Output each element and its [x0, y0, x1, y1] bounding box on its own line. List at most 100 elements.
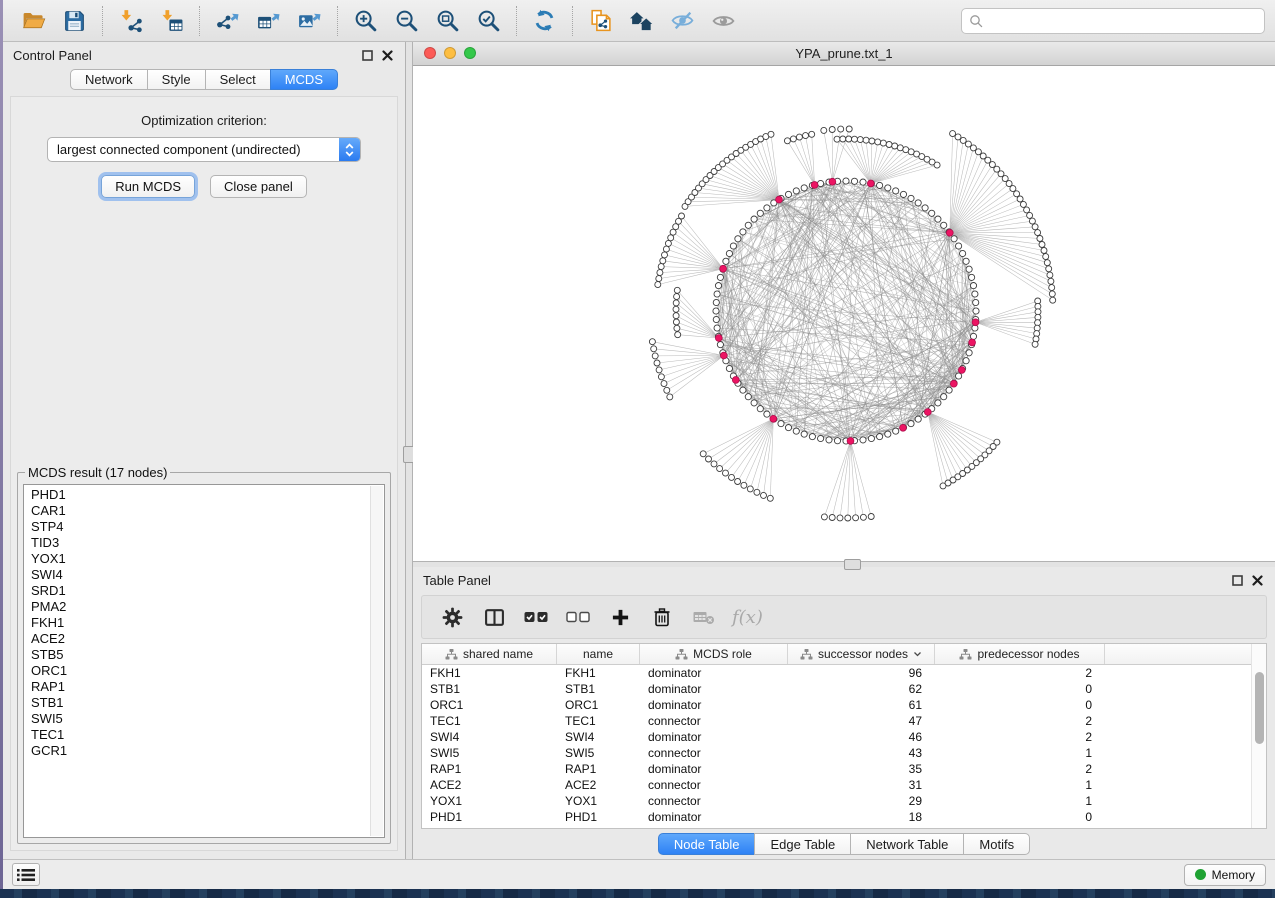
table-row[interactable]: STB1STB1dominator620	[422, 681, 1266, 697]
table-cell[interactable]: dominator	[640, 761, 788, 777]
table-cell[interactable]: 96	[788, 665, 935, 681]
table-row[interactable]: ACE2ACE2connector311	[422, 777, 1266, 793]
mcds-result-item[interactable]: STP4	[31, 519, 384, 535]
table-row[interactable]: ORC1ORC1dominator610	[422, 697, 1266, 713]
column-header-name[interactable]: name	[557, 644, 640, 664]
delete-column-button[interactable]	[644, 600, 680, 634]
table-cell[interactable]: YOX1	[422, 793, 557, 809]
mcds-result-item[interactable]: SRD1	[31, 583, 384, 599]
network-canvas[interactable]	[413, 66, 1275, 561]
table-cell[interactable]: 61	[788, 697, 935, 713]
column-header-mcds-role[interactable]: MCDS role	[640, 644, 788, 664]
close-window-icon[interactable]	[424, 47, 436, 59]
table-cell[interactable]: dominator	[640, 729, 788, 745]
table-cell[interactable]: YOX1	[557, 793, 640, 809]
table-cell[interactable]: PHD1	[422, 809, 557, 825]
table-cell[interactable]: SWI4	[557, 729, 640, 745]
save-session-button[interactable]	[54, 4, 95, 38]
zoom-fit-button[interactable]	[427, 4, 468, 38]
table-cell[interactable]: 18	[788, 809, 935, 825]
mcds-result-item[interactable]: FKH1	[31, 615, 384, 631]
mcds-result-item[interactable]: TID3	[31, 535, 384, 551]
table-cell[interactable]: STB1	[422, 681, 557, 697]
deselect-all-button[interactable]	[560, 600, 596, 634]
table-cell[interactable]: RAP1	[557, 761, 640, 777]
table-cell[interactable]: 29	[788, 793, 935, 809]
settings-gear-button[interactable]	[434, 600, 470, 634]
table-cell[interactable]: ACE2	[557, 777, 640, 793]
table-cell[interactable]: 0	[935, 697, 1105, 713]
table-cell[interactable]: 1	[935, 777, 1105, 793]
tab-mcds[interactable]: MCDS	[270, 69, 338, 90]
table-scrollbar[interactable]	[1251, 644, 1266, 828]
table-cell[interactable]: dominator	[640, 697, 788, 713]
tab-edge-table[interactable]: Edge Table	[754, 833, 851, 855]
node-table[interactable]: shared namenameMCDS rolesuccessor nodesp…	[421, 643, 1267, 829]
table-cell[interactable]: connector	[640, 777, 788, 793]
zoom-selected-button[interactable]	[468, 4, 509, 38]
close-panel-button[interactable]	[382, 50, 393, 61]
select-all-button[interactable]	[518, 600, 554, 634]
table-scrollbar-thumb[interactable]	[1255, 672, 1264, 744]
show-panels-button[interactable]	[12, 863, 40, 886]
tab-node-table[interactable]: Node Table	[658, 833, 756, 855]
table-cell[interactable]: SWI5	[422, 745, 557, 761]
table-row[interactable]: FKH1FKH1dominator962	[422, 665, 1266, 681]
mcds-result-item[interactable]: STB1	[31, 695, 384, 711]
table-cell[interactable]: dominator	[640, 809, 788, 825]
table-cell[interactable]: 1	[935, 745, 1105, 761]
mcds-result-item[interactable]: SWI5	[31, 711, 384, 727]
close-mcds-panel-button[interactable]: Close panel	[210, 175, 307, 198]
tab-motifs[interactable]: Motifs	[963, 833, 1030, 855]
result-list-scrollbar[interactable]	[370, 486, 383, 836]
table-cell[interactable]: 35	[788, 761, 935, 777]
table-cell[interactable]: RAP1	[422, 761, 557, 777]
memory-button[interactable]: Memory	[1184, 864, 1266, 886]
column-header-predecessor-nodes[interactable]: predecessor nodes	[935, 644, 1105, 664]
mcds-result-item[interactable]: ACE2	[31, 631, 384, 647]
tab-select[interactable]: Select	[205, 69, 271, 90]
mcds-result-item[interactable]: PHD1	[31, 487, 384, 503]
table-cell[interactable]: dominator	[640, 681, 788, 697]
optimization-criterion-select[interactable]: largest connected component (undirected)	[47, 137, 361, 162]
open-file-button[interactable]	[13, 4, 54, 38]
column-header-shared-name[interactable]: shared name	[422, 644, 557, 664]
show-all-button[interactable]	[703, 4, 744, 38]
export-network-button[interactable]	[207, 4, 248, 38]
tab-style[interactable]: Style	[147, 69, 206, 90]
refresh-layout-button[interactable]	[524, 4, 565, 38]
table-cell[interactable]: ACE2	[422, 777, 557, 793]
table-row[interactable]: TEC1TEC1connector472	[422, 713, 1266, 729]
close-panel-button[interactable]	[1252, 575, 1263, 586]
mcds-result-item[interactable]: STB5	[31, 647, 384, 663]
table-cell[interactable]: 46	[788, 729, 935, 745]
add-column-button[interactable]	[602, 600, 638, 634]
mcds-result-list[interactable]: PHD1CAR1STP4TID3YOX1SWI4SRD1PMA2FKH1ACE2…	[23, 484, 385, 838]
table-cell[interactable]: 47	[788, 713, 935, 729]
table-cell[interactable]: PHD1	[557, 809, 640, 825]
mcds-result-item[interactable]: SWI4	[31, 567, 384, 583]
splitter-grip[interactable]	[844, 559, 861, 570]
table-row[interactable]: SWI5SWI5connector431	[422, 745, 1266, 761]
table-cell[interactable]: 2	[935, 761, 1105, 777]
table-cell[interactable]: connector	[640, 745, 788, 761]
split-panel-button[interactable]	[476, 600, 512, 634]
mcds-result-item[interactable]: GCR1	[31, 743, 384, 759]
import-table-button[interactable]	[151, 4, 192, 38]
mcds-result-item[interactable]: RAP1	[31, 679, 384, 695]
mcds-result-item[interactable]: YOX1	[31, 551, 384, 567]
table-cell[interactable]: SWI4	[422, 729, 557, 745]
table-cell[interactable]: 43	[788, 745, 935, 761]
zoom-window-icon[interactable]	[464, 47, 476, 59]
table-row[interactable]: SWI4SWI4dominator462	[422, 729, 1266, 745]
duplicate-network-button[interactable]	[580, 4, 621, 38]
import-network-button[interactable]	[110, 4, 151, 38]
table-row[interactable]: RAP1RAP1dominator352	[422, 761, 1266, 777]
table-cell[interactable]: FKH1	[557, 665, 640, 681]
mcds-result-item[interactable]: TEC1	[31, 727, 384, 743]
table-cell[interactable]: 62	[788, 681, 935, 697]
minimize-window-icon[interactable]	[444, 47, 456, 59]
export-table-button[interactable]	[248, 4, 289, 38]
search-box[interactable]	[961, 8, 1265, 34]
table-cell[interactable]: 31	[788, 777, 935, 793]
